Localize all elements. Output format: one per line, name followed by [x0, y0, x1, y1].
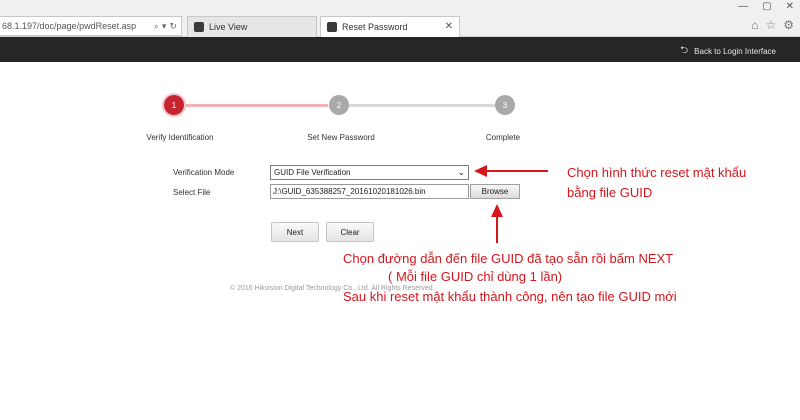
browser-chrome: — ▢ ✕ 68.1.197/doc/page/pwdReset.asp ⌕ ▾…: [0, 0, 800, 37]
gear-icon[interactable]: ⚙: [783, 18, 794, 32]
file-note-line-1: Chọn đường dẫn đến file GUID đã tạo sẵn …: [343, 251, 674, 266]
address-text[interactable]: 68.1.197/doc/page/pwdReset.asp: [2, 21, 154, 31]
file-path-input[interactable]: J:\GUID_635388257_20161020181026.bin: [270, 184, 469, 199]
tab-reset-password[interactable]: Reset Password ✕: [320, 16, 460, 37]
step-1-dot: 1: [164, 95, 184, 115]
verification-mode-select[interactable]: GUID File Verification ⌄: [270, 165, 469, 180]
window-controls: — ▢ ✕: [738, 0, 794, 14]
refresh-icon[interactable]: ↻: [169, 21, 177, 32]
address-bar[interactable]: 68.1.197/doc/page/pwdReset.asp ⌕ ▾ ↻: [0, 16, 182, 36]
select-file-label: Select File: [173, 188, 211, 197]
chevron-down-icon: ⌄: [457, 167, 465, 177]
step-2-label: Set New Password: [307, 133, 375, 142]
star-icon[interactable]: ☆: [765, 18, 776, 32]
step-3-label: Complete: [485, 133, 521, 142]
tab-label: Live View: [209, 22, 248, 32]
tab-label: Reset Password: [342, 22, 408, 32]
dropdown-icon[interactable]: ▾: [162, 21, 167, 32]
minimize-icon[interactable]: —: [738, 2, 748, 12]
search-icon[interactable]: ⌕: [154, 21, 159, 32]
address-icons: ⌕ ▾ ↻: [154, 21, 181, 32]
step-1-label: Verify Identification: [146, 133, 214, 142]
home-icon[interactable]: ⌂: [751, 18, 758, 32]
verification-mode-value: GUID File Verification: [274, 168, 351, 177]
back-label: Back to Login Interface: [694, 47, 776, 56]
verification-mode-label: Verification Mode: [173, 168, 235, 177]
annotation-arrows: [474, 165, 548, 243]
tab-live-view[interactable]: Live View: [187, 16, 317, 37]
page-icon: [194, 22, 204, 32]
close-tab-icon[interactable]: ✕: [445, 21, 453, 32]
clear-button[interactable]: Clear: [326, 222, 374, 242]
file-note-line-2: ( Mỗi file GUID chỉ dùng 1 lần): [388, 269, 563, 284]
browse-button[interactable]: Browse: [470, 184, 520, 199]
file-note-line-3: Sau khi reset mật khẩu thành công, nên t…: [343, 289, 677, 304]
arrow-left-icon: ⮌: [680, 45, 689, 56]
browser-toolbar-icons: ⌂ ☆ ⚙: [751, 18, 794, 32]
step-2-dot: 2: [329, 95, 349, 115]
mode-arrow-head: [474, 165, 487, 177]
step-connector-pending: [348, 104, 495, 107]
back-to-login-link[interactable]: ⮌ Back to Login Interface: [680, 43, 776, 60]
maximize-icon[interactable]: ▢: [762, 2, 771, 12]
close-window-icon[interactable]: ✕: [786, 2, 794, 12]
file-arrow-head: [491, 204, 503, 217]
app-header: ⮌ Back to Login Interface: [0, 37, 800, 62]
next-button[interactable]: Next: [271, 222, 319, 242]
mode-note-line-2: bằng file GUID: [567, 185, 653, 200]
step-connector-done: [183, 104, 328, 107]
page-icon: [327, 22, 337, 32]
mode-note-line-1: Chọn hình thức reset mật khẩu: [567, 165, 747, 180]
step-3-dot: 3: [495, 95, 515, 115]
